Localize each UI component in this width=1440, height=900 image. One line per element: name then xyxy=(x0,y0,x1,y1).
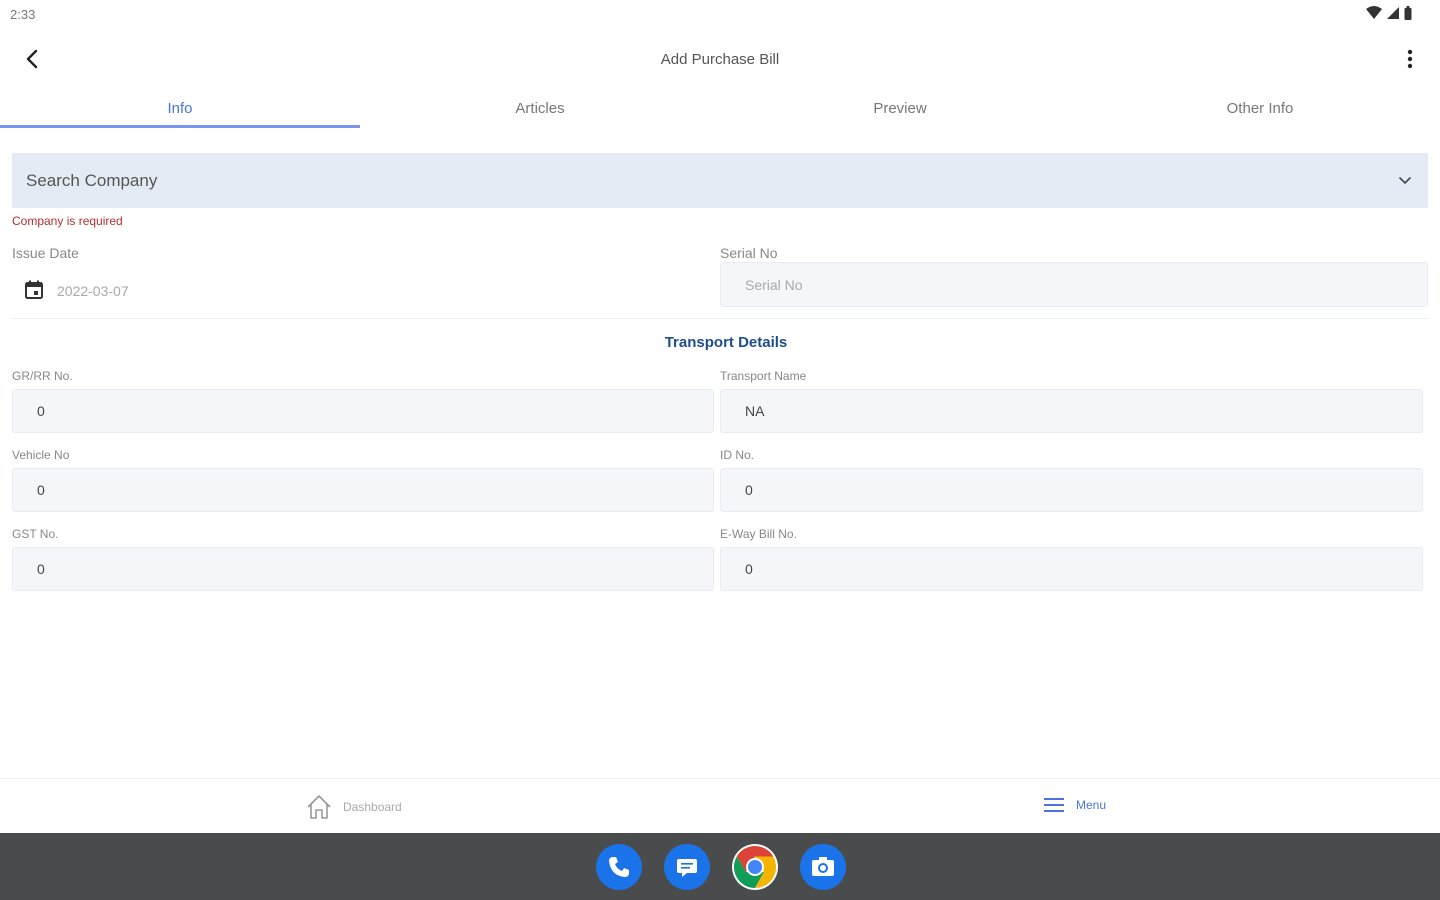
messages-icon xyxy=(677,859,697,877)
home-icon xyxy=(307,795,331,819)
tab-bar: Info Articles Preview Other Info xyxy=(0,90,1440,128)
more-vert-icon[interactable] xyxy=(1402,46,1418,72)
tab-other-info[interactable]: Other Info xyxy=(1080,90,1440,128)
id-no-label: ID No. xyxy=(720,448,755,462)
nav-menu-label: Menu xyxy=(1076,798,1107,812)
search-company-select[interactable]: Search Company xyxy=(12,153,1428,208)
chrome-app[interactable] xyxy=(732,844,778,890)
chrome-icon xyxy=(733,846,777,888)
tab-articles[interactable]: Articles xyxy=(360,90,720,128)
gst-no-label: GST No. xyxy=(12,527,59,541)
status-time: 2:33 xyxy=(10,7,36,22)
app-dock xyxy=(596,844,846,890)
serial-no-input[interactable] xyxy=(720,262,1428,307)
status-icons xyxy=(1366,6,1412,20)
bottom-nav: Dashboard Menu xyxy=(0,778,1440,833)
chevron-down-icon xyxy=(1399,177,1411,185)
tab-preview[interactable]: Preview xyxy=(720,90,1080,128)
page-title: Add Purchase Bill xyxy=(660,51,780,68)
vehicle-no-label: Vehicle No xyxy=(12,448,70,462)
search-company-placeholder: Search Company xyxy=(26,171,158,190)
eway-bill-label: E-Way Bill No. xyxy=(720,527,797,541)
divider xyxy=(12,318,1428,319)
nav-dashboard[interactable]: Dashboard xyxy=(305,793,402,821)
phone-app[interactable] xyxy=(596,844,642,890)
company-error-text: Company is required xyxy=(12,214,123,228)
issue-date-field[interactable]: 2022-03-07 xyxy=(12,272,702,310)
status-bar: 2:33 xyxy=(0,0,1440,30)
camera-app[interactable] xyxy=(800,844,846,890)
gr-rr-input[interactable] xyxy=(12,389,714,433)
wifi-icon xyxy=(1366,6,1382,19)
camera-icon xyxy=(812,857,834,876)
phone-icon xyxy=(609,857,629,877)
nav-dashboard-label: Dashboard xyxy=(343,800,402,814)
signal-icon xyxy=(1387,7,1399,19)
vehicle-no-input[interactable] xyxy=(12,468,714,512)
gr-rr-label: GR/RR No. xyxy=(12,369,73,383)
messages-app[interactable] xyxy=(664,844,710,890)
transport-details-title: Transport Details xyxy=(664,334,788,351)
transport-name-label: Transport Name xyxy=(720,369,807,383)
eway-bill-input[interactable] xyxy=(720,547,1423,591)
issue-date-value: 2022-03-07 xyxy=(57,283,129,299)
app-bar: Add Purchase Bill xyxy=(0,32,1440,88)
system-dock-bar xyxy=(0,833,1440,900)
issue-date-label: Issue Date xyxy=(12,245,79,261)
tab-info[interactable]: Info xyxy=(0,90,360,128)
id-no-input[interactable] xyxy=(720,468,1423,512)
battery-icon xyxy=(1404,6,1412,20)
menu-icon xyxy=(1044,798,1064,812)
nav-menu[interactable]: Menu xyxy=(1042,793,1106,817)
serial-no-label: Serial No xyxy=(720,245,778,261)
calendar-icon xyxy=(25,280,43,299)
transport-name-input[interactable] xyxy=(720,389,1423,433)
gst-no-input[interactable] xyxy=(12,547,714,591)
